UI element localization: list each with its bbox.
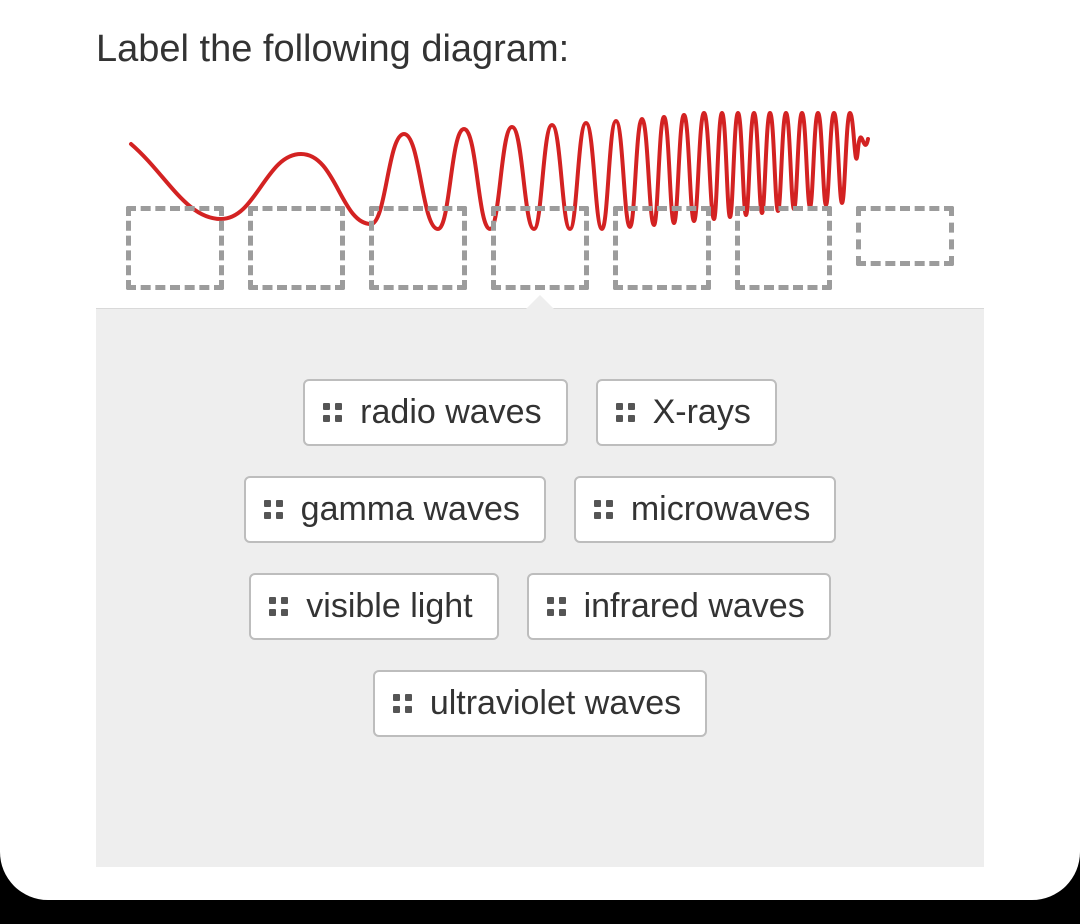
dropzone-7[interactable] <box>856 206 954 266</box>
drag-handle-icon <box>393 694 412 713</box>
bank-row-2: gamma waves microwaves <box>136 476 944 543</box>
chip-label: X-rays <box>653 393 751 432</box>
chip-infrared-waves[interactable]: infrared waves <box>527 573 831 640</box>
chip-ultraviolet-waves[interactable]: ultraviolet waves <box>373 670 707 737</box>
drag-handle-icon <box>323 403 342 422</box>
diagram-area <box>96 99 984 309</box>
chip-label: ultraviolet waves <box>430 684 681 723</box>
drag-handle-icon <box>264 500 283 519</box>
chip-label: radio waves <box>360 393 541 432</box>
chip-gamma-waves[interactable]: gamma waves <box>244 476 546 543</box>
chip-label: microwaves <box>631 490 810 529</box>
chip-microwaves[interactable]: microwaves <box>574 476 836 543</box>
dropzone-4[interactable] <box>491 206 589 290</box>
dropzone-row <box>126 206 954 290</box>
drag-handle-icon <box>547 597 566 616</box>
chip-x-rays[interactable]: X-rays <box>596 379 777 446</box>
answer-bank: radio waves X-rays gamma waves microwave… <box>96 309 984 867</box>
drag-handle-icon <box>269 597 288 616</box>
question-prompt: Label the following diagram: <box>0 28 1080 99</box>
activity-stage: radio waves X-rays gamma waves microwave… <box>96 99 984 867</box>
chip-label: visible light <box>306 587 472 626</box>
chip-label: gamma waves <box>301 490 520 529</box>
drag-handle-icon <box>594 500 613 519</box>
bank-row-1: radio waves X-rays <box>136 379 944 446</box>
chip-label: infrared waves <box>584 587 805 626</box>
dropzone-2[interactable] <box>248 206 346 290</box>
dropzone-6[interactable] <box>735 206 833 290</box>
dropzone-5[interactable] <box>613 206 711 290</box>
bank-row-4: ultraviolet waves <box>136 670 944 737</box>
drag-handle-icon <box>616 403 635 422</box>
dropzone-3[interactable] <box>369 206 467 290</box>
bank-row-3: visible light infrared waves <box>136 573 944 640</box>
dropzone-1[interactable] <box>126 206 224 290</box>
question-card: Label the following diagram: radio waves <box>0 0 1080 900</box>
chip-radio-waves[interactable]: radio waves <box>303 379 567 446</box>
chip-visible-light[interactable]: visible light <box>249 573 498 640</box>
